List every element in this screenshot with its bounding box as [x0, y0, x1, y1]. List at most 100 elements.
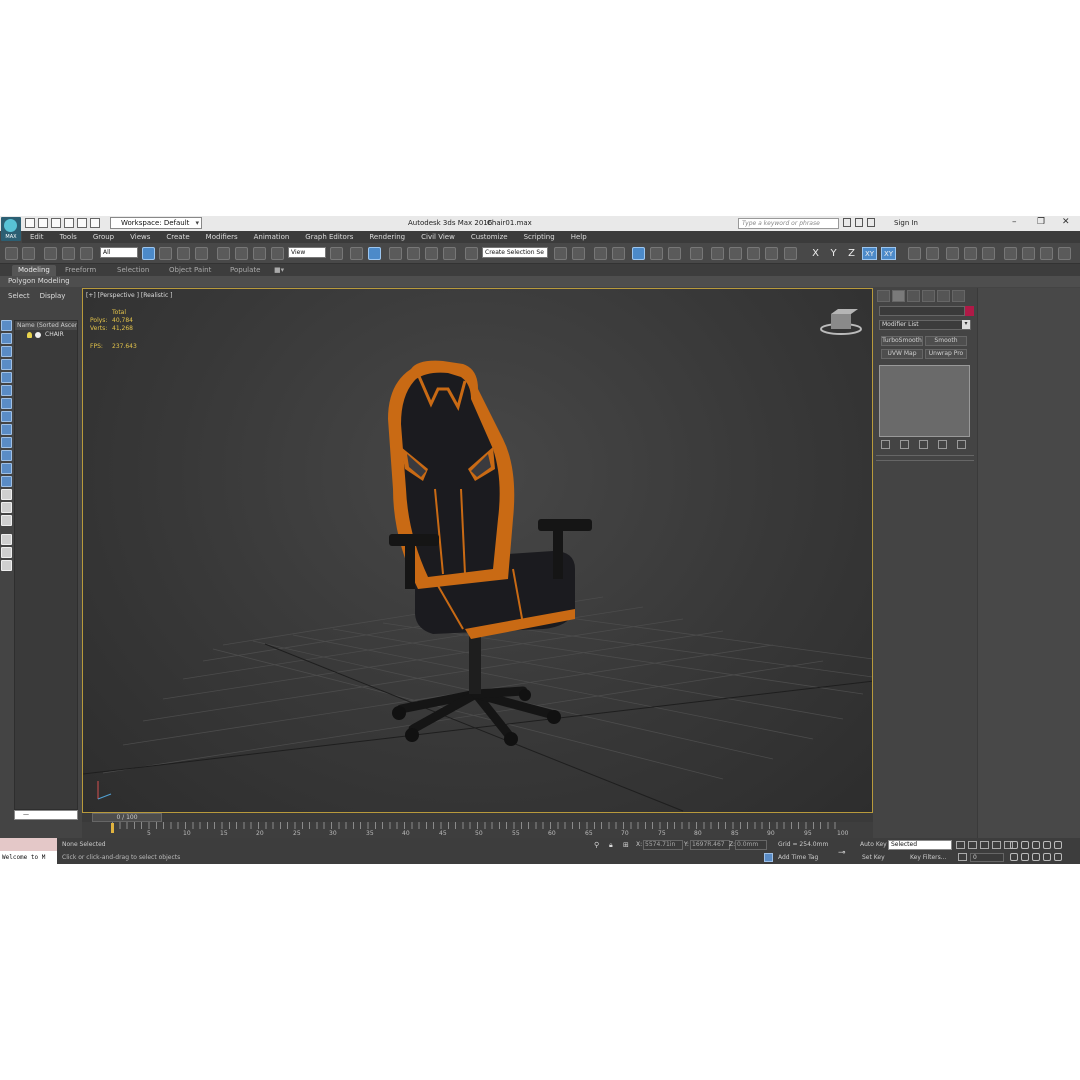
selection-filter-dropdown[interactable]: All — [100, 247, 138, 258]
z-coordinate-field[interactable]: 0.0mm — [735, 840, 767, 850]
space-warps-filter-icon[interactable] — [1, 424, 12, 435]
named-selection-dropdown[interactable]: Create Selection Se — [482, 247, 548, 258]
cloud-icon[interactable] — [908, 247, 921, 260]
align-icon[interactable] — [572, 247, 585, 260]
current-frame-field[interactable]: 0 — [970, 853, 1004, 862]
axis-y-button[interactable]: Y — [826, 247, 841, 260]
angle-snap-icon[interactable] — [407, 247, 420, 260]
save-file-icon[interactable] — [51, 218, 61, 228]
render-iterative-icon[interactable] — [765, 247, 778, 260]
axis-xy-cycle-button[interactable]: XY — [881, 247, 896, 260]
object-name-field[interactable] — [879, 306, 965, 316]
menu-views[interactable]: Views — [122, 231, 158, 243]
containers-filter-icon[interactable] — [1, 476, 12, 487]
next-frame-icon[interactable] — [992, 841, 1001, 849]
window-crossing-icon[interactable] — [195, 247, 208, 260]
tab-populate[interactable]: Populate — [224, 265, 266, 276]
list-icon[interactable] — [964, 247, 977, 260]
snapshot-icon[interactable] — [1040, 247, 1053, 260]
redo-icon[interactable] — [77, 218, 87, 228]
binoculars-icon[interactable] — [843, 218, 851, 227]
previous-frame-icon[interactable] — [968, 841, 977, 849]
layers-icon[interactable] — [1, 515, 12, 526]
isolate-toggle-icon[interactable]: ⚲ — [594, 841, 599, 849]
close-button[interactable]: ✕ — [1062, 217, 1070, 227]
turbosmooth-button[interactable]: TurboSmooth — [881, 336, 923, 346]
x-coordinate-field[interactable]: 5574.71in — [643, 840, 683, 850]
polygon-modeling-panel[interactable]: Polygon Modeling — [8, 277, 70, 285]
smooth-button[interactable]: Smooth — [925, 336, 967, 346]
time-tag-icon[interactable] — [764, 853, 773, 862]
time-slider[interactable]: 0 / 100 — [92, 813, 162, 822]
filter-settings-icon[interactable] — [1, 547, 12, 558]
current-frame-marker[interactable] — [111, 823, 114, 833]
modifier-list-dropdown[interactable]: Modifier List — [879, 320, 971, 330]
workspace-dropdown[interactable]: Workspace: Default — [110, 217, 202, 229]
menu-graph-editors[interactable]: Graph Editors — [297, 231, 361, 243]
undo-icon[interactable] — [5, 247, 18, 260]
edit-named-selection-icon[interactable] — [465, 247, 478, 260]
invert-display-icon[interactable] — [1, 346, 12, 357]
move-icon[interactable] — [217, 247, 230, 260]
zoom-extents-icon[interactable] — [1032, 841, 1040, 849]
menu-customize[interactable]: Customize — [463, 231, 516, 243]
go-to-start-icon[interactable] — [956, 841, 965, 849]
undo-icon[interactable] — [64, 218, 74, 228]
scene-explorer-select-menu[interactable]: Select — [8, 292, 30, 300]
spinner-snap-icon[interactable] — [443, 247, 456, 260]
tab-modeling[interactable]: Modeling — [12, 265, 56, 276]
hidden-filter-icon[interactable] — [1, 502, 12, 513]
modify-tab-icon[interactable] — [892, 290, 905, 302]
menu-edit[interactable]: Edit — [22, 231, 52, 243]
global-illumination-icon[interactable] — [1058, 247, 1071, 260]
menu-create[interactable]: Create — [158, 231, 197, 243]
uvw-map-button[interactable]: UVW Map — [881, 349, 923, 359]
a360-icon[interactable] — [926, 247, 939, 260]
percent-snap-icon[interactable] — [425, 247, 438, 260]
menu-scripting[interactable]: Scripting — [516, 231, 563, 243]
new-file-icon[interactable] — [25, 218, 35, 228]
container-icon[interactable] — [946, 247, 959, 260]
modifier-stack[interactable] — [879, 365, 970, 437]
create-tab-icon[interactable] — [877, 290, 890, 302]
frozen-filter-icon[interactable] — [1, 489, 12, 500]
make-unique-icon[interactable] — [919, 440, 928, 449]
display-none-icon[interactable] — [1, 320, 12, 331]
zoom-icon[interactable] — [1010, 841, 1018, 849]
redo-icon[interactable] — [22, 247, 35, 260]
display-all-icon[interactable] — [1, 333, 12, 344]
rectangle-selection-icon[interactable] — [177, 247, 190, 260]
pin-stack-icon[interactable] — [881, 440, 890, 449]
select-by-name-icon[interactable] — [159, 247, 172, 260]
mirror-icon[interactable] — [554, 247, 567, 260]
trackbar[interactable]: 5 10 15 20 25 30 35 40 45 50 55 60 65 70… — [82, 822, 873, 838]
light-bulb-icon[interactable] — [1004, 247, 1017, 260]
hand-icon[interactable] — [1032, 853, 1040, 861]
viewcube-icon[interactable] — [820, 309, 862, 335]
project-folder-icon[interactable] — [90, 218, 100, 228]
helpers-filter-icon[interactable] — [1, 411, 12, 422]
field-of-view-icon[interactable] — [1054, 841, 1062, 849]
motion-tab-icon[interactable] — [922, 290, 935, 302]
hierarchy-tab-icon[interactable] — [907, 290, 920, 302]
orbit-subobject-icon[interactable] — [1043, 853, 1051, 861]
utilities-tab-icon[interactable] — [952, 290, 965, 302]
name-column-header[interactable]: Name (Sorted Ascending) — [15, 321, 77, 330]
display-tab-icon[interactable] — [937, 290, 950, 302]
rotate-icon[interactable] — [235, 247, 248, 260]
toggle-ribbon-icon[interactable] — [612, 247, 625, 260]
keyboard-shortcut-override-icon[interactable] — [368, 247, 381, 260]
perspective-viewport[interactable]: [+] [Perspective ] [Realistic ] Total Po… — [82, 288, 873, 813]
show-end-result-icon[interactable] — [900, 440, 909, 449]
reference-coordinate-dropdown[interactable]: View — [288, 247, 326, 258]
key-filters-button[interactable]: Key Filters... — [910, 854, 947, 861]
list-item[interactable]: CHAIR — [15, 330, 77, 340]
axis-x-button[interactable]: X — [808, 247, 823, 260]
add-time-tag-button[interactable]: Add Time Tag — [778, 854, 818, 861]
search-input[interactable]: Type a keyword or phrase — [738, 218, 839, 229]
maximize-button[interactable]: ❐ — [1037, 217, 1045, 227]
subscription-icon[interactable] — [855, 218, 863, 227]
pivot-center-icon[interactable] — [330, 247, 343, 260]
bones-filter-icon[interactable] — [1, 463, 12, 474]
shapes-filter-icon[interactable] — [1, 372, 12, 383]
